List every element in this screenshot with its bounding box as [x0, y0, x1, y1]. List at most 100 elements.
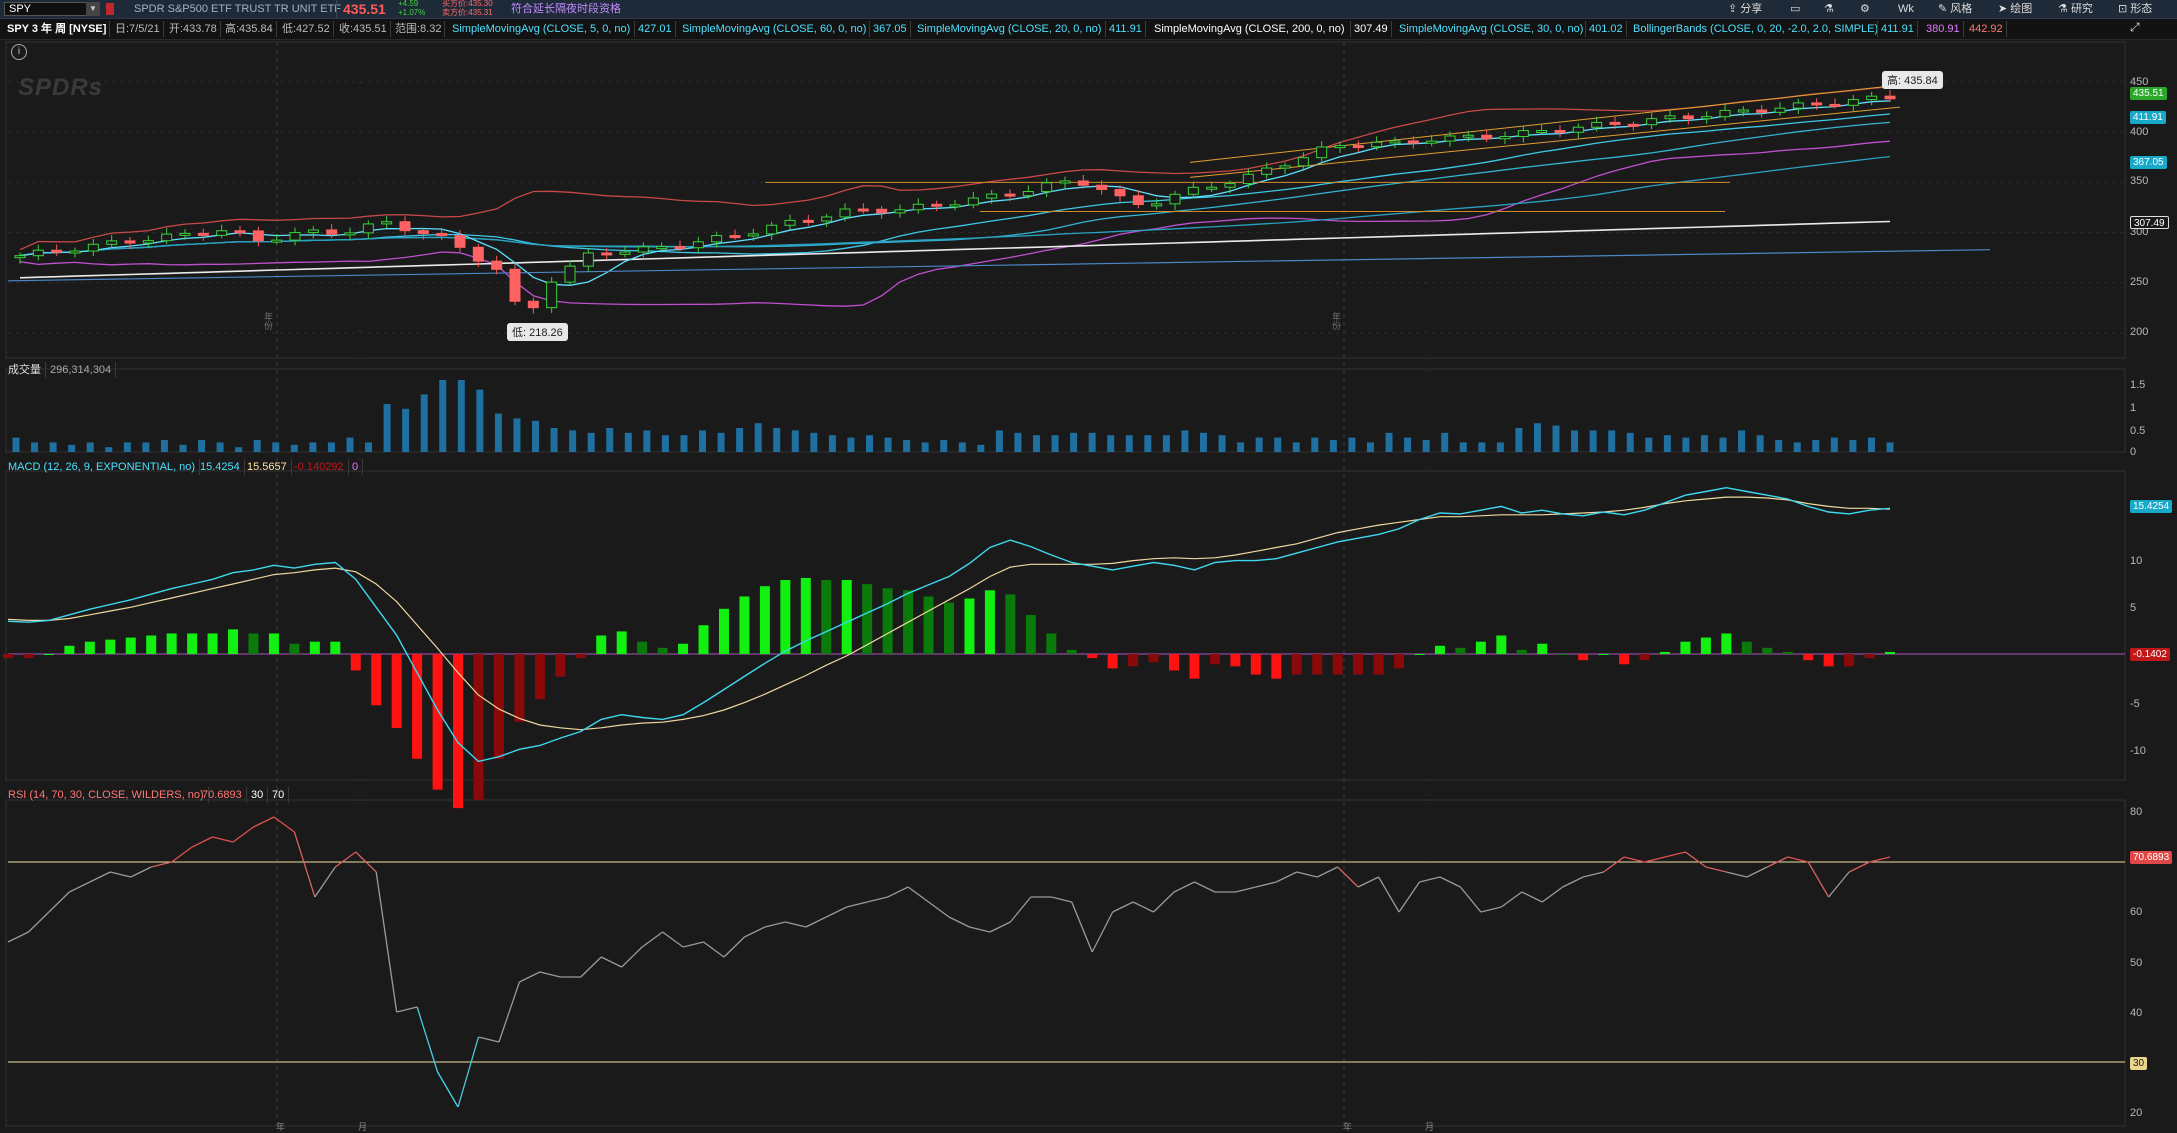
candle-body — [857, 208, 869, 212]
volume-bar — [1162, 435, 1170, 452]
volume-bar — [1886, 442, 1894, 452]
macd-histogram-bar — [1475, 641, 1486, 654]
candle-body — [87, 243, 99, 252]
volume-bar — [624, 432, 632, 452]
volume-bar — [1626, 432, 1634, 452]
candle-body — [124, 240, 136, 244]
macd-histogram-bar — [882, 588, 893, 654]
top-toolbar: SPY ▼ SPDR S&P500 ETF TRUST TR UNIT ETF … — [0, 0, 2177, 19]
macd-histogram-bar — [1332, 654, 1343, 675]
volume-bar — [847, 437, 855, 452]
candle-body — [1536, 130, 1548, 134]
patterns-button[interactable]: ⊡ 形态 — [2118, 2, 2152, 16]
share-button[interactable]: ⇪ 分享 — [1728, 2, 1762, 16]
macd-histogram-bar — [1721, 633, 1732, 654]
volume-label[interactable]: 成交量 — [8, 362, 46, 378]
macd-histogram-bar — [821, 580, 832, 654]
macd-histogram-bar — [1762, 647, 1773, 654]
rsi-label[interactable]: RSI (14, 70, 30, CLOSE, WILDERS, no) — [8, 787, 209, 803]
candle-body — [106, 240, 118, 245]
macd-histogram-bar — [841, 580, 852, 654]
macd-histogram-bar — [105, 639, 116, 654]
volume-bar — [1830, 437, 1838, 452]
x-axis-label: 年 — [1343, 1122, 1353, 1132]
volume-bar — [1199, 432, 1207, 452]
style-button[interactable]: ✎ 风格 — [1938, 2, 1972, 16]
macd-histogram-bar — [596, 635, 607, 654]
macd-label[interactable]: MACD (12, 26, 9, EXPONENTIAL, no) — [8, 459, 201, 475]
macd-histogram-bar — [309, 641, 320, 654]
macd-histogram-bar — [1414, 654, 1425, 655]
candle-body — [1554, 130, 1566, 134]
macd-histogram-bar — [923, 596, 934, 654]
macd-histogram-bar — [1537, 643, 1548, 654]
candle-body — [564, 265, 576, 283]
macd-histogram-bar — [1578, 654, 1589, 661]
chevron-down-icon[interactable]: ▼ — [86, 2, 100, 16]
macd-histogram-bar — [657, 647, 668, 654]
candle-body — [1077, 180, 1089, 186]
macd-histogram-bar — [1169, 654, 1180, 671]
volume-bar — [1404, 437, 1412, 452]
volume-bar — [383, 404, 391, 452]
chart-background — [0, 40, 2177, 1129]
volume-bar — [1292, 442, 1300, 452]
macd-histogram-bar — [187, 633, 198, 654]
volume-bar — [105, 447, 113, 452]
expand-icon[interactable]: ⤢ — [2130, 20, 2140, 35]
info-icon[interactable]: i — [11, 44, 27, 60]
candle-body — [142, 240, 154, 244]
study-label-sma5[interactable]: SimpleMovingAvg (CLOSE, 5, 0, no) — [449, 21, 633, 37]
bar-low: 低:427.52 — [279, 21, 334, 37]
macd-diff: -0.140292 — [294, 459, 349, 475]
study-value-sma60: 367.05 — [869, 21, 911, 37]
extended-hours-badge: 符合延长隔夜时段资格 — [511, 3, 621, 15]
style-icon: ✎ — [1938, 3, 1948, 15]
volume-bar — [1181, 430, 1189, 452]
candle-body — [307, 229, 319, 234]
volume-bar — [513, 418, 521, 452]
timeframe-button[interactable]: Wk — [1898, 2, 1914, 16]
draw-button[interactable]: ➤ 绘图 — [1998, 2, 2032, 16]
volume-bar — [1608, 430, 1616, 452]
macd-histogram-bar — [207, 633, 218, 654]
volume-bar — [1515, 428, 1523, 452]
rsi-value: 70.6893 — [202, 787, 247, 803]
candle-body — [747, 233, 759, 237]
study-label-sma30[interactable]: SimpleMovingAvg (CLOSE, 30, 0, no) — [1396, 21, 1586, 37]
volume-bar — [1459, 442, 1467, 452]
study-label-sma20[interactable]: SimpleMovingAvg (CLOSE, 20, 0, no) — [914, 21, 1104, 37]
x-axis-label: 年 — [276, 1122, 286, 1132]
candle-body — [1242, 173, 1254, 185]
volume-bar — [253, 440, 261, 452]
volume-tick: 1 — [2130, 402, 2137, 414]
volume-tick: 0 — [2130, 446, 2137, 458]
macd-histogram-bar — [575, 654, 586, 659]
candle-body — [619, 251, 631, 255]
volume-bar — [309, 442, 317, 452]
flask-button[interactable]: ⚗ — [1824, 2, 1834, 16]
volume-bar — [884, 437, 892, 452]
volume-bar — [235, 447, 243, 452]
study-label-sma200[interactable]: SimpleMovingAvg (CLOSE, 200, 0, no) — [1151, 21, 1348, 37]
macd-histogram-bar — [371, 654, 382, 706]
macd-histogram-bar — [1619, 654, 1630, 665]
volume-bar — [49, 442, 57, 452]
volume-bar — [1274, 437, 1282, 452]
flag-icon[interactable] — [106, 3, 114, 15]
settings-button[interactable]: ⚙ — [1860, 2, 1870, 16]
macd-histogram-bar — [1557, 654, 1568, 655]
layout-button[interactable]: ▭ — [1790, 2, 1800, 16]
volume-bar — [1719, 437, 1727, 452]
candle-body — [1847, 99, 1859, 106]
bar-range: 范围:8.32 — [392, 21, 446, 37]
candle-body — [1884, 95, 1896, 100]
study-label-bollinger[interactable]: BollingerBands (CLOSE, 0, 20, -2.0, 2.0,… — [1630, 21, 1881, 37]
price-tick: 250 — [2130, 276, 2149, 288]
chart-canvas[interactable] — [0, 40, 2177, 1129]
study-label-sma60[interactable]: SimpleMovingAvg (CLOSE, 60, 0, no) — [679, 21, 869, 37]
volume-bar — [365, 442, 373, 452]
candle-body — [1481, 134, 1493, 140]
study-button[interactable]: ⚗ 研究 — [2058, 2, 2093, 16]
flask-icon: ⚗ — [1824, 3, 1834, 15]
